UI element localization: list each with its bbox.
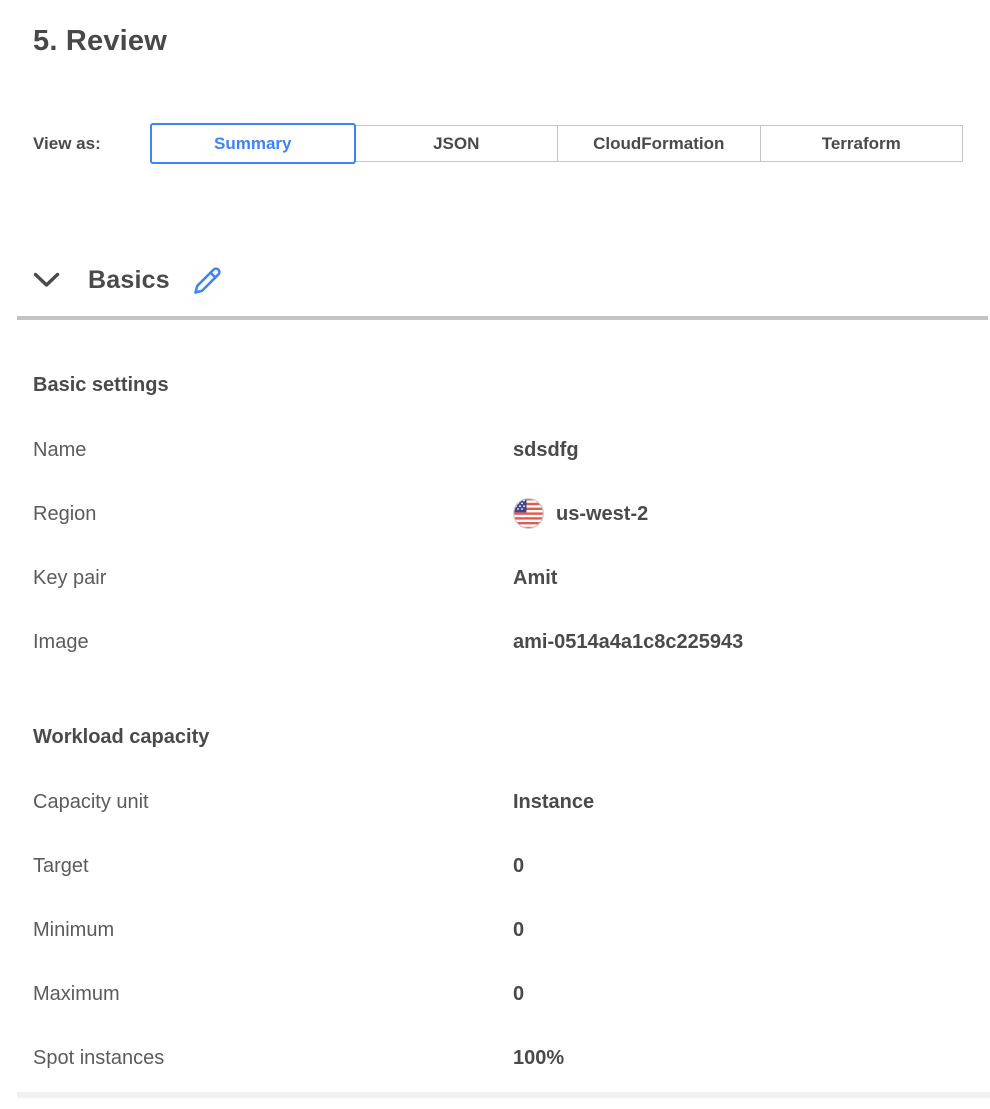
- row-value: 100%: [513, 1045, 963, 1071]
- review-step-page: 5. Review View as: Summary JSON CloudFor…: [0, 0, 990, 1098]
- tab-json-label: JSON: [433, 134, 479, 154]
- page-title: 5. Review: [33, 24, 963, 58]
- tab-cloudformation[interactable]: CloudFormation: [557, 125, 761, 162]
- tab-summary-label: Summary: [214, 134, 291, 154]
- us-flag-icon: [513, 498, 544, 529]
- next-section-divider: [17, 1092, 990, 1098]
- row-value: us-west-2: [513, 501, 963, 527]
- tab-cloudformation-label: CloudFormation: [593, 134, 724, 154]
- row-label: Minimum: [33, 917, 513, 943]
- row-label: Name: [33, 437, 513, 463]
- row-value: 0: [513, 981, 963, 1007]
- row-label: Region: [33, 501, 513, 527]
- section-divider: [17, 316, 988, 320]
- basics-section-title: Basics: [88, 266, 170, 295]
- basic-settings-heading: Basic settings: [33, 372, 963, 398]
- tab-terraform-label: Terraform: [822, 134, 901, 154]
- row-value: 0: [513, 853, 963, 879]
- row-maximum: Maximum 0: [33, 981, 963, 1045]
- row-spot-instances: Spot instances 100%: [33, 1045, 963, 1109]
- row-value: Instance: [513, 789, 963, 815]
- workload-capacity-heading: Workload capacity: [33, 724, 963, 750]
- row-label: Maximum: [33, 981, 513, 1007]
- row-value: Amit: [513, 565, 963, 591]
- row-label: Spot instances: [33, 1045, 513, 1071]
- row-capacity-unit: Capacity unit Instance: [33, 789, 963, 853]
- row-value: ami-0514a4a1c8c225943: [513, 629, 963, 655]
- row-minimum: Minimum 0: [33, 917, 963, 981]
- view-as-tab-group: Summary JSON CloudFormation Terraform: [150, 123, 963, 164]
- edit-pencil-icon[interactable]: [193, 266, 222, 295]
- row-value: 0: [513, 917, 963, 943]
- row-value: sdsdfg: [513, 437, 963, 463]
- view-as-label: View as:: [33, 134, 150, 154]
- row-label: Target: [33, 853, 513, 879]
- basics-section-header: Basics: [33, 263, 963, 297]
- row-label: Capacity unit: [33, 789, 513, 815]
- chevron-down-icon[interactable]: [33, 272, 60, 288]
- row-target: Target 0: [33, 853, 963, 917]
- row-name: Name sdsdfg: [33, 437, 963, 501]
- view-as-row: View as: Summary JSON CloudFormation Ter…: [33, 123, 963, 164]
- row-image: Image ami-0514a4a1c8c225943: [33, 629, 963, 693]
- row-key-pair: Key pair Amit: [33, 565, 963, 629]
- row-label: Key pair: [33, 565, 513, 591]
- basic-settings-rows: Name sdsdfg Region: [33, 437, 963, 693]
- row-region: Region: [33, 501, 963, 565]
- row-label: Image: [33, 629, 513, 655]
- tab-terraform[interactable]: Terraform: [760, 125, 964, 162]
- tab-json[interactable]: JSON: [355, 125, 559, 162]
- region-value-text: us-west-2: [556, 501, 648, 527]
- tab-summary[interactable]: Summary: [150, 123, 356, 164]
- workload-capacity-rows: Capacity unit Instance Target 0 Minimum …: [33, 789, 963, 1109]
